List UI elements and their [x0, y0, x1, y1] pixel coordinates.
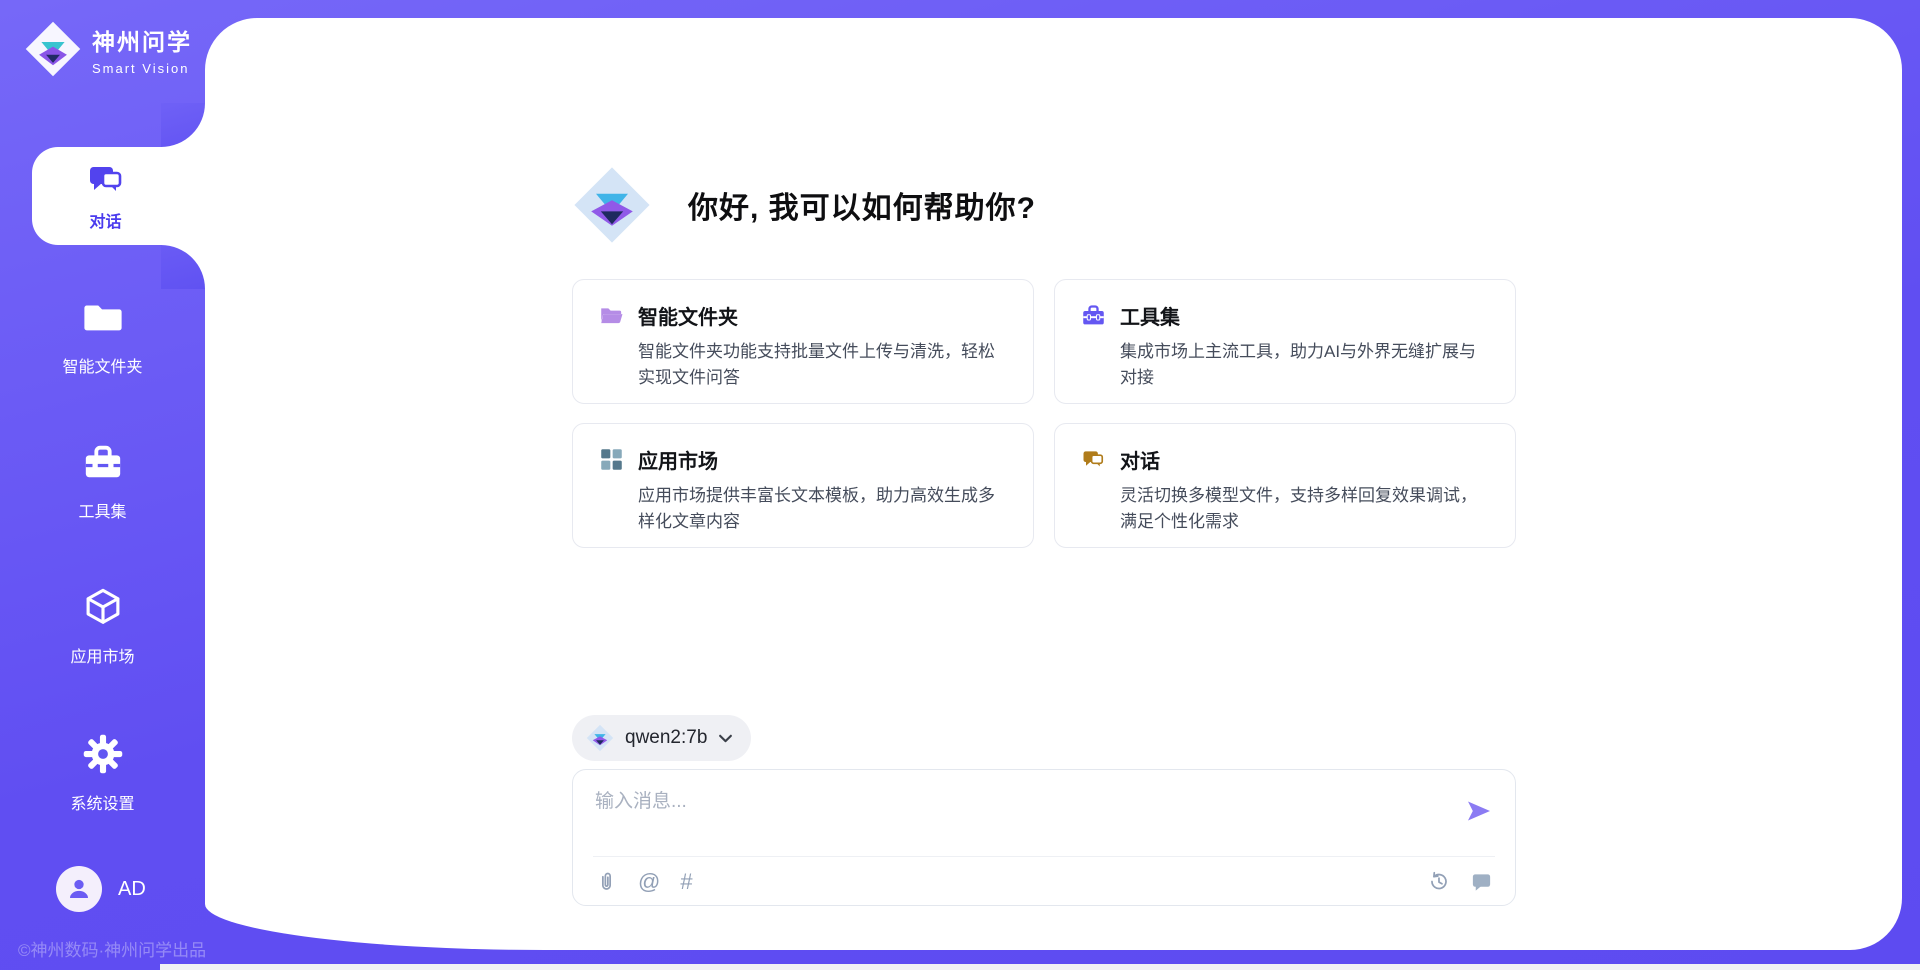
history-icon	[1427, 870, 1450, 893]
sidebar-item-label: 对话	[89, 208, 121, 232]
card-title: 工具集	[1120, 301, 1180, 330]
sidebar-item-label: 应用市场	[0, 643, 205, 667]
main-panel: 你好, 我可以如何帮助你? 智能文件夹 智能文件夹功能支持批量文件上传与清洗，轻…	[205, 18, 1902, 950]
card-title: 智能文件夹	[638, 301, 738, 330]
user-name: AD	[118, 878, 146, 901]
card-app-market[interactable]: 应用市场 应用市场提供丰富长文本模板，助力高效生成多样化文章内容	[572, 423, 1034, 548]
horizontal-scrollbar[interactable]	[160, 964, 1920, 970]
card-chat[interactable]: 对话 灵活切换多模型文件，支持多样回复效果调试，满足个性化需求	[1054, 423, 1516, 548]
history-button[interactable]	[1427, 870, 1450, 893]
user-avatar-icon	[64, 874, 94, 904]
card-description: 集成市场上主流工具，助力AI与外界无缝扩展与对接	[1120, 339, 1489, 390]
message-composer: @ #	[572, 769, 1516, 906]
tab-concave-corner-bottom	[161, 245, 205, 289]
sidebar-item-chat[interactable]: 对话	[32, 147, 205, 245]
model-selector[interactable]: qwen2:7b	[572, 715, 751, 761]
composer-divider	[593, 856, 1495, 857]
user-account[interactable]: AD	[56, 866, 146, 912]
copyright-text: ©神州数码·神州问学出品	[18, 936, 206, 961]
at-icon: @	[638, 871, 660, 893]
chat-bubbles-icon	[1081, 447, 1106, 472]
card-title: 对话	[1120, 445, 1160, 474]
send-button[interactable]	[1463, 796, 1495, 828]
sidebar-item-app-market[interactable]: 应用市场	[0, 586, 205, 667]
hash-icon: #	[680, 871, 692, 893]
model-logo-icon	[586, 724, 614, 752]
model-name: qwen2:7b	[625, 727, 707, 749]
brand-subtitle: Smart Vision	[92, 61, 192, 76]
message-input[interactable]	[595, 786, 1445, 848]
toolbox-icon	[82, 441, 124, 483]
greeting-text: 你好, 我可以如何帮助你?	[688, 183, 1036, 227]
card-toolset[interactable]: 工具集 集成市场上主流工具，助力AI与外界无缝扩展与对接	[1054, 279, 1516, 404]
sidebar-item-label: 工具集	[0, 498, 205, 522]
sidebar: 神州问学 Smart Vision 对话 智能文件夹 工具集	[0, 0, 205, 970]
sidebar-item-label: 智能文件夹	[0, 353, 205, 377]
cube-icon	[82, 586, 124, 628]
toolbox-icon	[1081, 303, 1106, 328]
chevron-down-icon	[718, 733, 733, 744]
brand-diamond-icon	[24, 20, 82, 78]
brand-logo: 神州问学 Smart Vision	[24, 20, 192, 78]
greeting-row: 你好, 我可以如何帮助你?	[572, 165, 1036, 245]
card-description: 智能文件夹功能支持批量文件上传与清洗，轻松实现文件问答	[638, 339, 1007, 390]
topic-button[interactable]: #	[680, 871, 692, 893]
card-description: 应用市场提供丰富长文本模板，助力高效生成多样化文章内容	[638, 483, 1007, 534]
card-smart-folder[interactable]: 智能文件夹 智能文件夹功能支持批量文件上传与清洗，轻松实现文件问答	[572, 279, 1034, 404]
folder-open-icon	[599, 303, 624, 328]
new-chat-button[interactable]	[1470, 870, 1493, 893]
gear-icon	[82, 733, 124, 775]
mention-button[interactable]: @	[638, 871, 660, 893]
grid-icon	[599, 447, 624, 472]
card-description: 灵活切换多模型文件，支持多样回复效果调试，满足个性化需求	[1120, 483, 1489, 534]
composer-toolbar: @ #	[595, 870, 1493, 893]
sidebar-item-smart-folder[interactable]: 智能文件夹	[0, 296, 205, 377]
avatar	[56, 866, 102, 912]
paperclip-icon	[595, 870, 618, 893]
send-icon	[1465, 797, 1493, 825]
tab-concave-corner-top	[161, 103, 205, 147]
brand-name: 神州问学	[92, 23, 192, 57]
chat-bubbles-icon	[86, 160, 126, 200]
assistant-logo-icon	[572, 165, 652, 245]
sidebar-item-settings[interactable]: 系统设置	[0, 733, 205, 814]
feature-cards: 智能文件夹 智能文件夹功能支持批量文件上传与清洗，轻松实现文件问答 工具集 集成…	[572, 279, 1516, 548]
sidebar-item-label: 系统设置	[0, 790, 205, 814]
folder-icon	[82, 296, 124, 338]
attach-file-button[interactable]	[595, 870, 618, 893]
chat-filled-icon	[1470, 870, 1493, 893]
card-title: 应用市场	[638, 445, 718, 474]
sidebar-item-toolset[interactable]: 工具集	[0, 441, 205, 522]
